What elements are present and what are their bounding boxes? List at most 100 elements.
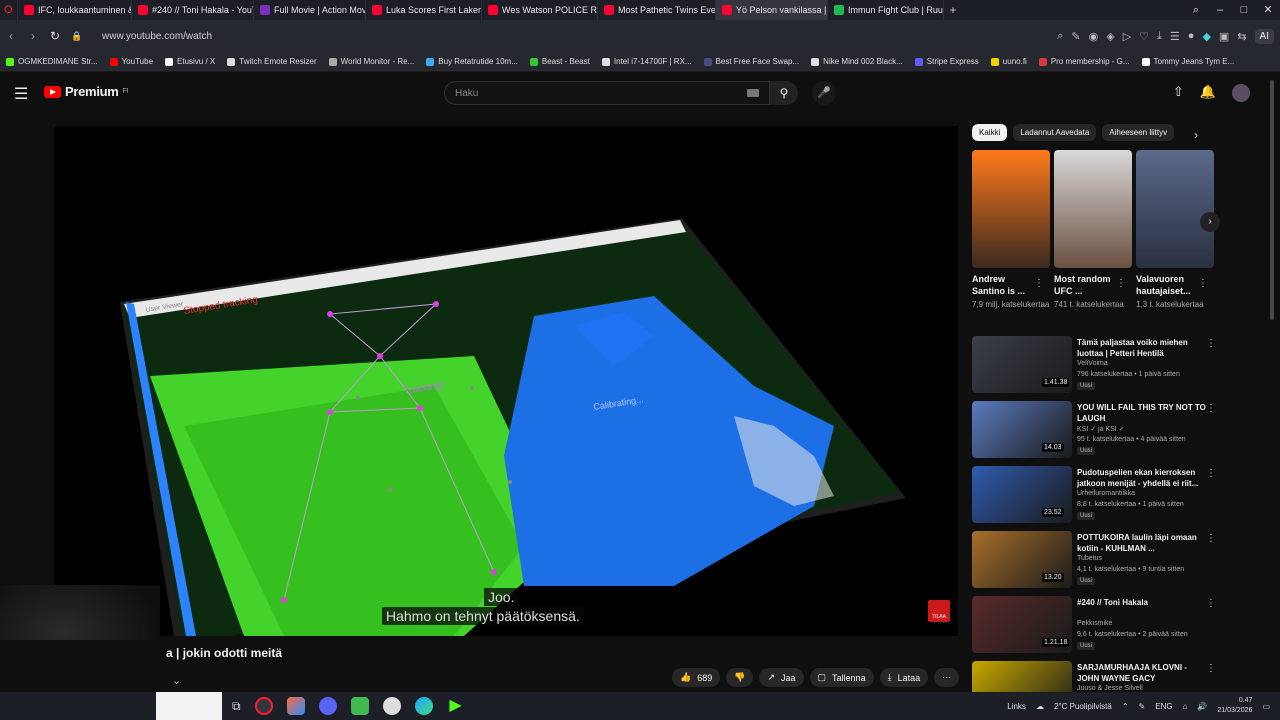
weather-text[interactable]: 2°C Puolipilvistä [1054, 702, 1112, 711]
short-item[interactable]: Andrew Santino is ... 7,9 milj. katseluk… [972, 150, 1050, 310]
dislike-button[interactable]: 👎 [726, 668, 754, 687]
network-icon[interactable]: ⌂ [1183, 702, 1188, 711]
bookmark-item[interactable]: Nike Mind 002 Black... [805, 57, 909, 66]
page-scrollbar[interactable] [1270, 80, 1274, 320]
bookmark-item[interactable]: Best Free Face Swap... [698, 57, 806, 66]
notification-icon[interactable]: ▭ [1262, 702, 1270, 711]
bookmark-item[interactable]: Pro membership - G... [1033, 57, 1136, 66]
chevron-down-icon[interactable]: ⌄ [172, 674, 181, 687]
extension-icon[interactable]: ◆ [1202, 30, 1210, 43]
more-vert-icon[interactable]: ⋮ [1206, 403, 1216, 414]
cube-icon[interactable]: ▣ [1219, 30, 1229, 43]
chip-uploader[interactable]: Ladannut Aavedata [1013, 124, 1097, 141]
opera-logo-icon[interactable]: O [0, 0, 18, 20]
edge-icon[interactable] [414, 697, 433, 715]
more-vert-icon[interactable]: ⋮ [1206, 663, 1216, 674]
chevron-right-icon[interactable]: › [1194, 128, 1198, 142]
new-tab-button[interactable]: + [944, 3, 962, 17]
camera-icon[interactable]: ◉ [1089, 30, 1099, 43]
short-thumbnail[interactable] [972, 150, 1050, 268]
bookmark-item[interactable]: Twitch Emote Resizer [221, 57, 322, 66]
more-vert-icon[interactable]: ⋮ [1206, 468, 1216, 479]
url-field[interactable]: www.youtube.com/watch [102, 31, 212, 42]
edit-icon[interactable]: ✎ [1071, 30, 1080, 43]
video-player[interactable]: Stopped tracking User Viewer Tracking! C… [54, 126, 958, 636]
browser-tab[interactable]: Most Pathetic Twins Ever [598, 0, 716, 20]
like-button[interactable]: 👍 689 [672, 668, 721, 687]
youtube-logo[interactable]: Premium FI [44, 84, 128, 99]
more-vert-icon[interactable]: ⋮ [1116, 278, 1126, 289]
related-video-item[interactable]: 14.03 YOU WILL FAIL THIS TRY NOT TO LAUGH… [972, 401, 1216, 466]
download-button[interactable]: ⤓ Lataa [879, 668, 929, 687]
language-indicator[interactable]: ENG [1155, 702, 1172, 711]
spotify-icon[interactable] [350, 697, 369, 715]
browser-tab[interactable]: Luka Scores First Laker 60 [366, 0, 482, 20]
back-arrow-icon[interactable]: ‹ [0, 29, 22, 43]
bookmark-item[interactable]: World Monitor - Re... [323, 57, 421, 66]
kick-icon[interactable]: ▶ [447, 697, 465, 715]
more-vert-icon[interactable]: ⋮ [1206, 338, 1216, 349]
bookmark-item[interactable]: Buy Retatrutide 10m... [420, 57, 524, 66]
browser-tab[interactable]: IFC, loukkaantuminen & [18, 0, 132, 20]
photoshop-icon[interactable] [286, 697, 305, 715]
chevron-up-icon[interactable]: ⌃ [1122, 702, 1129, 711]
chip-related[interactable]: Aiheeseen liittyv [1102, 124, 1175, 141]
more-vert-icon[interactable]: ⋮ [1206, 533, 1216, 544]
subscribe-badge[interactable]: TILAA [928, 600, 950, 622]
bookmark-item[interactable]: Stripe Express [909, 57, 985, 66]
profile-icon[interactable]: ● [1188, 30, 1195, 42]
more-vert-icon[interactable]: ⋮ [1198, 278, 1208, 289]
search-icon[interactable]: ⌕ [1057, 30, 1063, 43]
links-toolbar[interactable]: Links [1007, 702, 1026, 711]
keyboard-icon[interactable] [747, 89, 759, 97]
short-thumbnail[interactable] [1136, 150, 1214, 268]
reload-icon[interactable]: ↻ [44, 29, 66, 43]
ai-button[interactable]: AI [1254, 28, 1274, 44]
bookmark-item[interactable]: uuno.fi [985, 57, 1033, 66]
browser-tab[interactable]: Full Movie | Action Movie [254, 0, 366, 20]
related-video-item[interactable]: 1.21.18 #240 // Toni Hakala Pekkismike 9,6 … [972, 596, 1216, 661]
more-vert-icon[interactable]: ⋮ [1034, 278, 1044, 289]
browser-tab[interactable]: Wes Watson POLICE REPO [482, 0, 598, 20]
discord-icon[interactable] [318, 697, 337, 715]
app-icon[interactable] [382, 697, 401, 715]
chip-all[interactable]: Kaikki [972, 124, 1008, 141]
search-input[interactable]: Haku [444, 81, 770, 105]
shorts-next-button[interactable]: › [1200, 212, 1220, 232]
more-actions-button[interactable]: ⋯ [934, 668, 960, 687]
short-item[interactable]: Most random UFC ... 741 t. katselukertaa… [1054, 150, 1132, 310]
close-window-button[interactable]: ✕ [1256, 0, 1280, 20]
microphone-icon[interactable]: 🎤 [812, 81, 836, 105]
hamburger-menu-icon[interactable]: ☰ [14, 84, 28, 104]
play-icon[interactable]: ▷ [1123, 30, 1131, 43]
share-button[interactable]: ↗ Jaa [759, 668, 804, 687]
more-vert-icon[interactable]: ⋮ [1206, 598, 1216, 609]
bookmark-item[interactable]: Etusivu / X [159, 57, 221, 66]
short-item[interactable]: Valavuoren hautajaiset... 1,3 t. katselu… [1136, 150, 1214, 310]
menu-icon[interactable]: ☰ [1170, 30, 1180, 43]
avatar[interactable] [1232, 84, 1250, 102]
bookmark-item[interactable]: Intel i7-14700F | RX... [596, 57, 698, 66]
maximize-button[interactable]: □ [1232, 0, 1256, 20]
clock[interactable]: 0.47 21/03/2026 [1217, 696, 1252, 716]
download-icon[interactable]: ⤓ [1157, 30, 1162, 43]
browser-tab-active[interactable]: Yö Pelson vankilassa | [716, 0, 828, 20]
bookmark-item[interactable]: YouTube [104, 57, 159, 66]
bookmark-item[interactable]: Tommy Jeans Tym E... [1136, 57, 1241, 66]
save-button[interactable]: ▢ Tallenna [809, 668, 874, 687]
minimize-button[interactable]: – [1208, 0, 1232, 20]
task-view-icon[interactable]: ⧉ [232, 699, 241, 714]
search-tabs-icon[interactable]: ⌕ [1184, 0, 1208, 20]
short-thumbnail[interactable] [1054, 150, 1132, 268]
browser-tab[interactable]: Immun Fight Club | Ruutu [828, 0, 944, 20]
upload-icon[interactable]: ⇧ [1173, 84, 1184, 102]
forward-arrow-icon[interactable]: › [22, 29, 44, 43]
notifications-bell-icon[interactable]: 🔔 [1200, 84, 1216, 102]
heart-icon[interactable]: ♡ [1139, 30, 1149, 43]
opera-icon[interactable] [254, 697, 273, 715]
bookmark-item[interactable]: Beast - Beast [524, 57, 596, 66]
volume-icon[interactable]: 🔊 [1197, 702, 1207, 711]
pen-icon[interactable]: ✎ [1139, 702, 1146, 711]
shield-icon[interactable]: ◈ [1106, 30, 1114, 43]
browser-tab[interactable]: #240 // Toni Hakala - YouT [132, 0, 254, 20]
